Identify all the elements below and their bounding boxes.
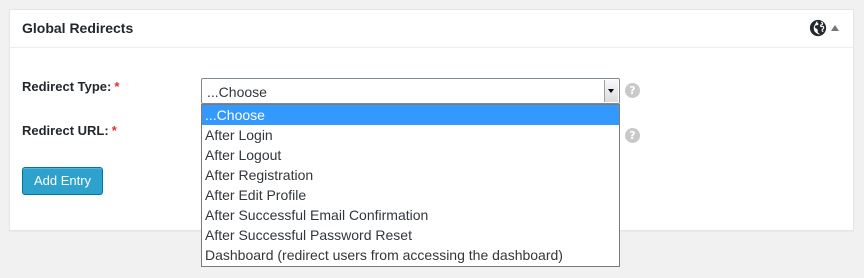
globe-icon[interactable] bbox=[809, 19, 827, 37]
required-marker: * bbox=[111, 123, 117, 138]
redirect-url-label-text: Redirect URL: bbox=[22, 123, 109, 138]
redirect-type-label: Redirect Type: * bbox=[22, 79, 119, 94]
required-marker: * bbox=[114, 79, 120, 94]
dropdown-option[interactable]: After Edit Profile bbox=[202, 185, 619, 205]
dropdown-option[interactable]: After Logout bbox=[202, 145, 619, 165]
redirect-url-label: Redirect URL: * bbox=[22, 123, 117, 138]
dropdown-option[interactable]: After Successful Email Confirmation bbox=[202, 205, 619, 225]
redirect-type-label-text: Redirect Type: bbox=[22, 79, 112, 94]
dropdown-option[interactable]: Dashboard (redirect users from accessing… bbox=[202, 245, 619, 265]
dropdown-option[interactable]: After Successful Password Reset bbox=[202, 225, 619, 245]
chevron-down-icon[interactable] bbox=[604, 80, 618, 102]
panel-header: Global Redirects bbox=[10, 10, 853, 48]
toggle-arrow-up-icon[interactable] bbox=[831, 25, 839, 31]
question-mark-icon[interactable]: ? bbox=[625, 83, 640, 98]
dropdown-option[interactable]: ...Choose bbox=[202, 105, 619, 125]
panel-title: Global Redirects bbox=[22, 20, 134, 36]
dropdown-option[interactable]: After Login bbox=[202, 125, 619, 145]
redirect-type-select[interactable]: ...Choose bbox=[201, 78, 620, 104]
redirect-type-selected-value: ...Choose bbox=[207, 84, 267, 100]
dropdown-option[interactable]: After Registration bbox=[202, 165, 619, 185]
question-mark-icon[interactable]: ? bbox=[625, 128, 640, 143]
redirect-type-dropdown-list[interactable]: ...Choose After Login After Logout After… bbox=[201, 104, 620, 267]
add-entry-button[interactable]: Add Entry bbox=[22, 167, 103, 195]
